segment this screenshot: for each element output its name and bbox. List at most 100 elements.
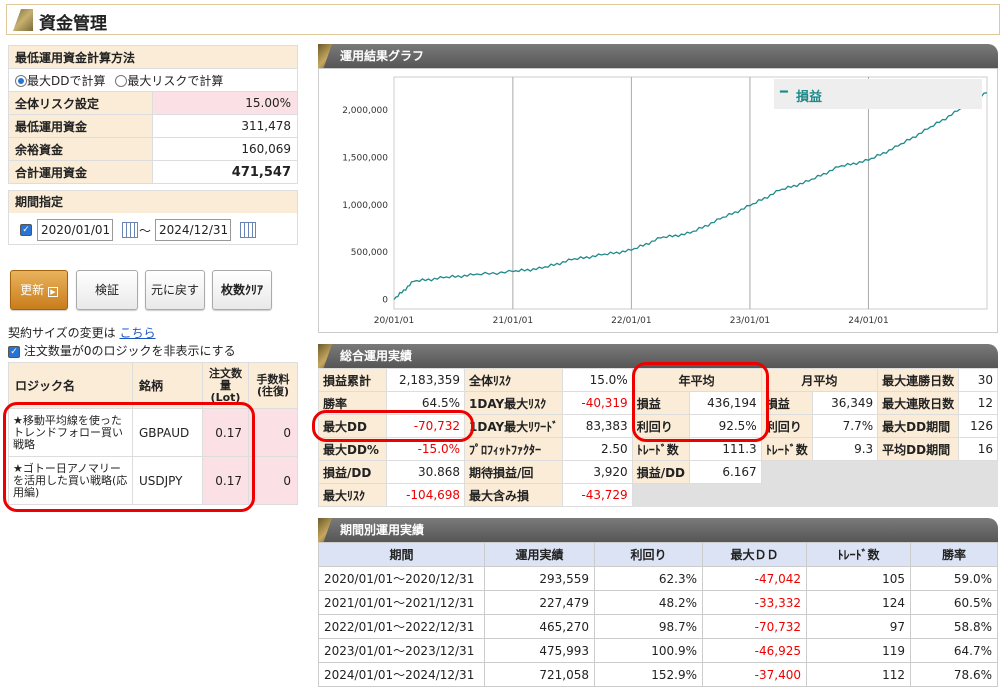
x-tick-label: 20/01/01	[374, 316, 414, 326]
result-cell: 465,270	[484, 614, 595, 639]
table-row: 2021/01/01～2021/12/31 227,479 48.2% -33,332…	[318, 590, 998, 615]
stat-value: 12	[958, 391, 998, 415]
maxdd-cell: -37,400	[702, 662, 807, 687]
y-tick-label: 500,000	[351, 248, 388, 258]
radio-max-risk[interactable]	[115, 75, 128, 87]
yield-cell: 62.3%	[594, 566, 703, 591]
maxdd-cell: -33,332	[702, 590, 807, 615]
total-fund-label: 合計運用資金	[8, 160, 153, 184]
y-tick-label: 1,500,000	[342, 153, 388, 163]
reset-button[interactable]: 元に戻す	[145, 270, 205, 310]
stat-label: 最大含み損	[464, 483, 564, 507]
stat-value: 7.7%	[811, 414, 879, 438]
clear-lots-button[interactable]: 枚数ｸﾘｱ	[212, 270, 272, 310]
stat-value: 15.0%	[562, 368, 633, 392]
stat-value: 2.50	[562, 437, 633, 461]
stat-label: 1DAY最大ﾘﾜｰﾄﾞ	[464, 414, 564, 438]
y-tick-label: 2,000,000	[342, 106, 388, 116]
date-to-input[interactable]: 2024/12/31	[155, 219, 231, 241]
risk-setting-label: 全体リスク設定	[8, 91, 153, 115]
stat-value: 2,183,359	[385, 368, 466, 392]
result-chart: 0 500,000 1,000,000 1,500,000 2,000,000 20/01…	[318, 68, 998, 333]
stat-label: 平均DD期間	[877, 437, 960, 461]
col-win-rate: 勝率	[910, 542, 998, 567]
update-button[interactable]: 更新 ▶	[10, 270, 68, 310]
legend-label: 損益	[796, 90, 823, 105]
periods-section-header: 期間別運用実績	[318, 518, 998, 542]
graph-section-header: 運用結果グラフ	[318, 44, 998, 68]
calendar-from-icon[interactable]	[122, 222, 138, 238]
play-icon: ▶	[47, 287, 58, 297]
col-max-dd: 最大ＤＤ	[702, 542, 807, 567]
stat-label: ﾌﾟﾛﾌｨｯﾄﾌｧｸﾀｰ	[464, 437, 564, 461]
stat-value: 30.868	[385, 460, 466, 484]
yield-cell: 152.9%	[594, 662, 703, 687]
date-from-input[interactable]: 2020/01/01	[37, 219, 113, 241]
yield-cell: 98.7%	[594, 614, 703, 639]
monthly-avg-title: 月平均	[760, 368, 879, 392]
spare-fund-label: 余裕資金	[8, 137, 153, 161]
result-cell: 475,993	[484, 638, 595, 663]
update-button-label: 更新	[20, 283, 45, 297]
trades-cell: 97	[806, 614, 911, 639]
winrate-cell: 78.6%	[910, 662, 998, 687]
period-checkbox[interactable]: ✓	[20, 224, 32, 236]
header-tab-icon	[13, 9, 33, 31]
radio-max-dd-label[interactable]: 最大DDで計算	[27, 74, 105, 88]
contract-size-text: 契約サイズの変更は	[8, 326, 116, 340]
stat-label: 損益累計	[318, 368, 387, 392]
x-tick-label: 23/01/01	[730, 316, 770, 326]
x-tick-label: 22/01/01	[611, 316, 651, 326]
trades-cell: 105	[806, 566, 911, 591]
radio-max-risk-label[interactable]: 最大リスクで計算	[127, 74, 223, 88]
winrate-cell: 58.8%	[910, 614, 998, 639]
fee-input[interactable]: 0	[248, 408, 298, 457]
hide-zero-checkbox[interactable]: ✓	[8, 345, 20, 358]
risk-setting-value[interactable]: 15.00%	[152, 91, 298, 115]
stat-value: 30	[958, 368, 998, 392]
min-fund-label: 最低運用資金	[8, 114, 153, 138]
chart-legend: ━ 損益	[774, 79, 982, 109]
stat-label: 期待損益/回	[464, 460, 564, 484]
empty-cell	[761, 460, 998, 484]
period-cell: 2022/01/01～2022/12/31	[318, 614, 485, 639]
stat-label: 全体ﾘｽｸ	[464, 368, 564, 392]
page-header: 資金管理	[6, 4, 1000, 35]
maxdd-cell: -46,925	[702, 638, 807, 663]
col-period: 期間	[318, 542, 485, 567]
x-tick-label: 21/01/01	[493, 316, 533, 326]
y-tick-label: 0	[382, 296, 388, 306]
contract-size-link[interactable]: こちら	[119, 326, 155, 340]
result-cell: 293,559	[484, 566, 595, 591]
calendar-to-icon[interactable]	[240, 222, 256, 238]
stat-value: 83,383	[562, 414, 633, 438]
col-result: 運用実績	[484, 542, 595, 567]
yield-cell: 48.2%	[594, 590, 703, 615]
stat-label: 損益/DD	[631, 460, 691, 484]
period-title: 期間指定	[9, 191, 297, 213]
radio-max-dd[interactable]	[15, 75, 27, 87]
stat-label: 1DAY最大ﾘｽｸ	[464, 391, 564, 415]
stat-value: -43,729	[562, 483, 633, 507]
hide-zero-label[interactable]: 注文数量が0のロジックを非表示にする	[24, 344, 236, 358]
contract-size-note: 契約サイズの変更は こちら	[8, 324, 156, 341]
x-tick-label: 24/01/01	[848, 316, 888, 326]
verify-button[interactable]: 検証	[76, 270, 138, 310]
fee-input[interactable]: 0	[248, 456, 298, 505]
min-fund-value: 311,478	[152, 114, 298, 138]
date-separator: ～	[139, 224, 152, 238]
stat-label: ﾄﾚｰﾄﾞ数	[760, 437, 813, 461]
stat-value: 6.167	[689, 460, 762, 484]
stat-label: 損益/DD	[318, 460, 387, 484]
periods-table: 期間 運用実績 利回り 最大ＤＤ ﾄﾚｰﾄﾞ数 勝率 2020/01/01～20…	[318, 542, 998, 687]
highlight-yearly-avg	[632, 362, 769, 442]
total-fund-value: 471,547	[152, 160, 298, 184]
stat-value: 16	[958, 437, 998, 461]
stat-value: -104,698	[385, 483, 466, 507]
highlight-logic-names	[3, 402, 255, 512]
result-cell: 227,479	[484, 590, 595, 615]
y-tick-label: 1,000,000	[342, 201, 388, 211]
period-cell: 2024/01/01～2024/12/31	[318, 662, 485, 687]
stat-value: 126	[958, 414, 998, 438]
stat-label: 最大連勝日数	[877, 368, 960, 392]
